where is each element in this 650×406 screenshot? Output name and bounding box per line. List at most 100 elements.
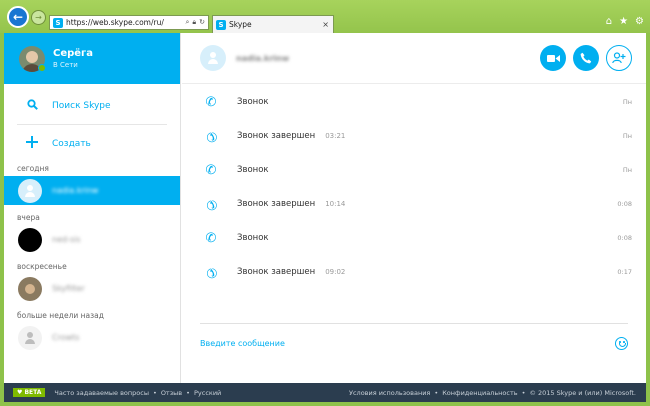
- skype-favicon-icon: S: [53, 17, 63, 28]
- message-item[interactable]: ✆ Звонок завершен 09:02 0:17: [182, 255, 646, 289]
- message-text: Звонок: [237, 165, 269, 175]
- contact-item[interactable]: Skyfilter: [4, 274, 180, 303]
- person-icon: [25, 184, 35, 197]
- beta-badge: ♥ BETA: [13, 388, 46, 397]
- arrow-left-icon: ←: [12, 10, 24, 24]
- phone-icon: ✆: [205, 94, 217, 110]
- message-item[interactable]: ✆ Звонок завершен 10:14 0:08: [182, 187, 646, 221]
- language-link[interactable]: Русский: [194, 389, 221, 397]
- tab-close-icon[interactable]: ×: [322, 20, 333, 29]
- skype-app: Серёга В Сети Поиск Skype Создать сегодн…: [4, 33, 646, 383]
- message-duration: 09:02: [325, 268, 346, 276]
- profile-header[interactable]: Серёга В Сети: [4, 33, 180, 84]
- emoji-icon[interactable]: [615, 337, 628, 350]
- search-skype-button[interactable]: Поиск Skype: [17, 88, 167, 125]
- privacy-link[interactable]: Конфиденциальность: [442, 389, 517, 397]
- avatar[interactable]: [19, 45, 46, 72]
- address-url[interactable]: https://web.skype.com/ru/: [66, 18, 185, 27]
- faq-link[interactable]: Часто задаваемые вопросы: [54, 389, 149, 397]
- contact-name: Crowts: [52, 333, 80, 342]
- message-item[interactable]: ✆ Звонок 0:08: [182, 221, 646, 255]
- contact-name: nadia.krinw: [52, 186, 99, 195]
- phone-icon: [580, 52, 592, 64]
- conversation-avatar[interactable]: [200, 45, 226, 71]
- feedback-link[interactable]: Отзыв: [161, 389, 182, 397]
- arrow-right-icon: →: [35, 13, 42, 22]
- section-sunday: воскресенье: [17, 262, 67, 271]
- search-skype-label: Поиск Skype: [52, 101, 111, 111]
- skype-favicon-icon: S: [216, 19, 226, 30]
- message-text: Звонок завершен: [237, 199, 316, 209]
- contact-item[interactable]: ned-sis: [4, 225, 180, 254]
- message-time: Пн: [622, 166, 632, 174]
- browser-tab[interactable]: S Skype ×: [212, 15, 334, 33]
- address-bar[interactable]: S https://web.skype.com/ru/ ⌕ 🔒︎ ↻: [49, 15, 209, 30]
- browser-chrome: ← → S https://web.skype.com/ru/ ⌕ 🔒︎ ↻ S…: [0, 0, 650, 33]
- separator: •: [152, 388, 157, 397]
- message-time: 0:17: [617, 268, 632, 276]
- home-icon[interactable]: ⌂: [606, 16, 612, 27]
- contact-name: ned-sis: [52, 235, 81, 244]
- message-duration: 03:21: [325, 132, 346, 140]
- contact-avatar: [18, 178, 42, 203]
- message-time: Пн: [622, 132, 632, 140]
- conversation-pane: nadia.krinw ✆ Звонок Пн ✆ Звонок заверше…: [182, 33, 646, 383]
- message-composer: Введите сообщение: [200, 323, 628, 363]
- star-icon[interactable]: ★: [619, 16, 628, 27]
- online-status-icon: [38, 63, 46, 72]
- message-duration: 10:14: [325, 200, 346, 208]
- lock-icon[interactable]: 🔒︎: [192, 18, 196, 27]
- add-person-icon: [612, 52, 626, 64]
- separator: •: [186, 388, 190, 397]
- section-yesterday: вчера: [17, 213, 40, 222]
- back-button[interactable]: ←: [7, 6, 29, 28]
- message-item[interactable]: ✆ Звонок завершен 03:21 Пн: [182, 119, 646, 153]
- create-label: Создать: [52, 138, 91, 149]
- contact-item-active[interactable]: nadia.krinw: [4, 176, 180, 205]
- phone-icon: ✆: [205, 162, 217, 178]
- create-button[interactable]: Создать: [4, 125, 167, 162]
- person-icon: [208, 52, 218, 64]
- contact-avatar: [18, 227, 42, 252]
- contact-avatar: [18, 325, 42, 350]
- phone-icon: ✆: [205, 230, 217, 246]
- message-time: Пн: [622, 98, 632, 106]
- profile-name: Серёга: [53, 48, 94, 59]
- contact-avatar: [18, 276, 42, 301]
- conversation-header: nadia.krinw: [182, 33, 646, 84]
- message-input[interactable]: Введите сообщение: [200, 339, 615, 348]
- person-icon: [25, 331, 35, 344]
- message-list: ✆ Звонок Пн ✆ Звонок завершен 03:21 Пн ✆…: [182, 85, 646, 289]
- terms-link[interactable]: Условия использования: [349, 389, 430, 397]
- search-icon: [24, 99, 40, 113]
- message-text: Звонок завершен: [237, 131, 316, 141]
- message-text: Звонок: [237, 233, 269, 243]
- contact-name: Skyfilter: [52, 284, 85, 293]
- message-item[interactable]: ✆ Звонок Пн: [182, 85, 646, 119]
- profile-status: В Сети: [53, 61, 78, 69]
- video-call-button[interactable]: [540, 45, 566, 71]
- message-time: 0:08: [617, 200, 632, 208]
- add-participant-button[interactable]: [606, 45, 632, 71]
- audio-call-button[interactable]: [573, 45, 599, 71]
- section-older: больше недели назад: [17, 311, 104, 320]
- contact-item[interactable]: Crowts: [4, 323, 180, 352]
- message-text: Звонок: [237, 97, 269, 107]
- plus-icon: [24, 136, 40, 151]
- message-item[interactable]: ✆ Звонок Пн: [182, 153, 646, 187]
- copyright-text: © 2015 Skype и (или) Microsoft.: [529, 388, 636, 397]
- conversation-name[interactable]: nadia.krinw: [236, 54, 289, 63]
- hang-up-icon: ✆: [201, 262, 221, 282]
- gear-icon[interactable]: ⚙: [635, 16, 644, 27]
- search-icon[interactable]: ⌕: [185, 18, 189, 27]
- separator: •: [521, 388, 526, 397]
- section-today: сегодня: [17, 164, 49, 173]
- message-text: Звонок завершен: [237, 267, 316, 277]
- hang-up-icon: ✆: [201, 194, 221, 214]
- footer-bar: ♥ BETA Часто задаваемые вопросы • Отзыв …: [4, 383, 646, 402]
- video-camera-icon: [546, 54, 560, 62]
- message-time: 0:08: [617, 234, 632, 242]
- refresh-icon[interactable]: ↻: [199, 18, 205, 27]
- forward-button[interactable]: →: [31, 10, 46, 25]
- hang-up-icon: ✆: [201, 126, 221, 146]
